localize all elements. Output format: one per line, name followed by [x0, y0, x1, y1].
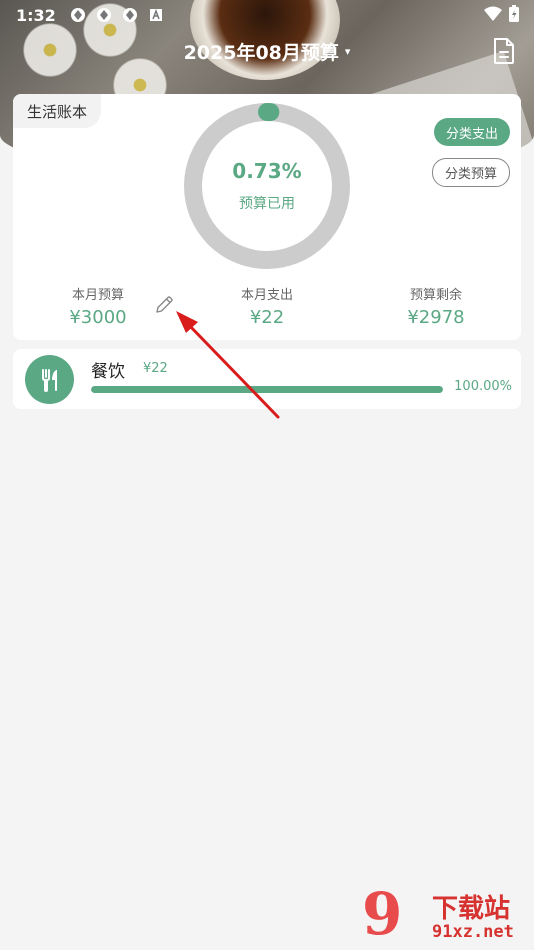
- budget-remaining-stat: 预算剩余 ¥2978: [376, 284, 496, 328]
- budget-remaining-value: ¥2978: [407, 307, 465, 328]
- wifi-icon: [484, 6, 502, 21]
- category-budget-button[interactable]: 分类预算: [431, 158, 510, 187]
- used-label: 预算已用: [239, 196, 295, 212]
- budget-summary-card: 生活账本 0.73% 预算已用 分类支出 分类预算 本月预算 ¥3000 本月支…: [13, 94, 521, 340]
- used-percent: 0.73%: [232, 159, 302, 183]
- category-percent: 100.00%: [454, 379, 512, 394]
- fork-knife-icon: [41, 368, 57, 392]
- app-notification-icon: [70, 8, 85, 22]
- account-book-tag[interactable]: 生活账本: [13, 94, 102, 128]
- watermark: 9 下载站 91xz.net: [362, 882, 534, 950]
- status-bar: 1:32: [0, 0, 534, 30]
- budget-remaining-label: 预算剩余: [409, 288, 462, 303]
- category-amount: ¥22: [143, 361, 168, 376]
- page-title: 2025年08月预算: [183, 41, 339, 64]
- category-name: 餐饮: [91, 362, 125, 382]
- watermark-logo: 9: [362, 880, 403, 948]
- category-spending-button[interactable]: 分类支出: [433, 118, 510, 146]
- app-notification-icon: [96, 8, 111, 22]
- account-book-name: 生活账本: [27, 102, 88, 121]
- category-icon: [25, 355, 74, 404]
- dropdown-caret-icon: ▾: [344, 44, 351, 58]
- category-row[interactable]: 餐饮 ¥22 100.00%: [13, 349, 521, 409]
- watermark-text: 下载站: [432, 894, 511, 924]
- budget-month-selector[interactable]: 2025年08月预算 ▾: [0, 36, 534, 66]
- document-icon[interactable]: [492, 38, 516, 64]
- ring-center-text: 0.73% 预算已用: [183, 102, 351, 270]
- battery-charging-icon: [509, 5, 519, 22]
- watermark-url: 91xz.net: [432, 922, 514, 942]
- a-notification-icon: [149, 8, 162, 21]
- monthly-budget-stat: 本月预算 ¥3000: [38, 284, 158, 328]
- category-progress-fill: [91, 386, 443, 393]
- monthly-spending-stat: 本月支出 ¥22: [207, 284, 327, 328]
- monthly-budget-label: 本月预算: [71, 288, 124, 303]
- app-notification-icon: [122, 8, 137, 22]
- monthly-budget-value: ¥3000: [69, 307, 127, 328]
- category-progress-bar: [91, 386, 443, 393]
- monthly-spending-label: 本月支出: [240, 288, 293, 303]
- pencil-icon[interactable]: [153, 294, 175, 316]
- monthly-spending-value: ¥22: [249, 307, 285, 328]
- status-time: 1:32: [16, 5, 56, 25]
